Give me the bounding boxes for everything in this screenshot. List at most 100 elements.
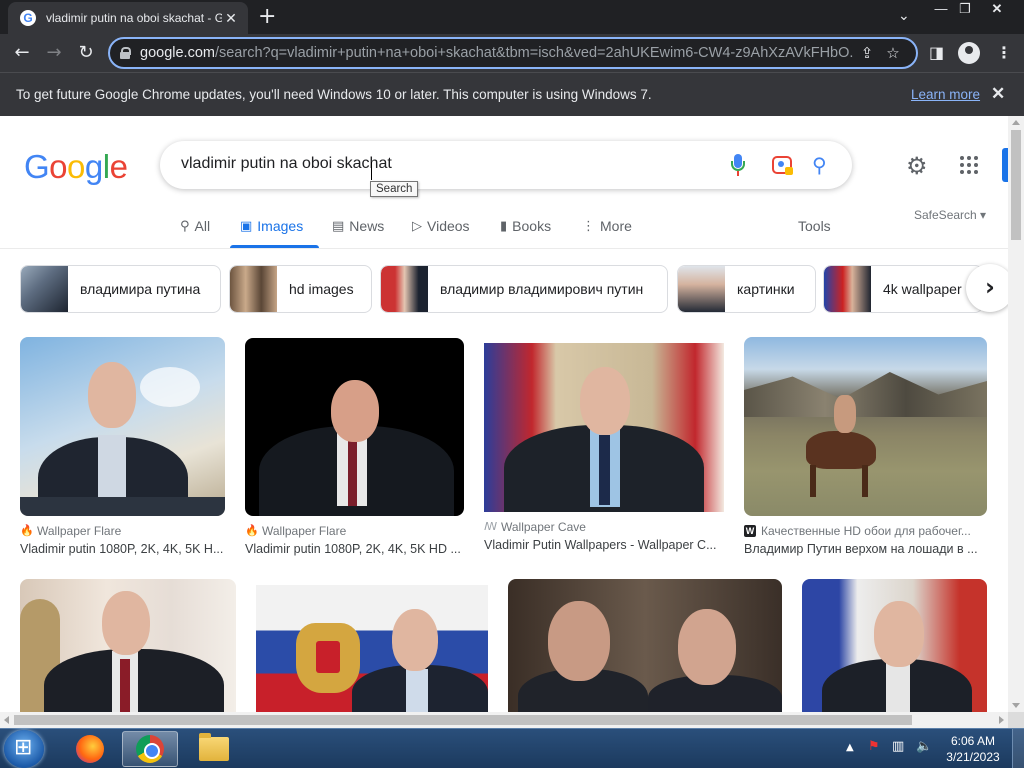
chips-next-arrow-icon[interactable]: › — [966, 264, 1008, 312]
image-result[interactable]: ꟿ Wallpaper Cave Vladimir Putin Wallpaper… — [484, 343, 724, 552]
wallpaper-cave-icon: ꟿ — [484, 521, 498, 533]
tab-title: vladimir putin na oboi skachat - G — [46, 11, 222, 25]
image-result[interactable] — [256, 585, 488, 712]
logo-letter: G — [24, 148, 50, 185]
taskbar-firefox[interactable] — [62, 731, 118, 767]
chip[interactable]: 4k wallpaper — [823, 265, 983, 313]
tab-more[interactable]: ⋮ More — [582, 216, 632, 236]
result-source[interactable]: ꟿ Wallpaper Cave — [484, 520, 724, 534]
image-result[interactable] — [508, 579, 782, 712]
update-infobar: To get future Google Chrome updates, you… — [0, 72, 1024, 116]
result-source[interactable]: W Качественные HD обои для рабочег... — [744, 524, 987, 538]
horizontal-scroll-thumb[interactable] — [14, 715, 912, 725]
search-icon[interactable]: ⚲ — [812, 153, 827, 177]
address-bar[interactable]: google.com/search?q=vladimir+putin+na+ob… — [108, 37, 918, 69]
search-tooltip: Search — [370, 181, 419, 197]
tab-images[interactable]: ▣ Images — [240, 216, 303, 236]
url-text[interactable]: google.com/search?q=vladimir+putin+na+ob… — [140, 45, 854, 61]
google-lens-icon[interactable] — [772, 156, 793, 175]
google-favicon-icon: G — [20, 10, 36, 26]
tab-news[interactable]: ▤ News — [332, 216, 384, 236]
horizontal-scrollbar[interactable] — [0, 712, 1008, 728]
result-image[interactable] — [484, 343, 724, 512]
result-image[interactable] — [508, 579, 782, 712]
start-button[interactable] — [4, 730, 44, 768]
profile-avatar-icon[interactable] — [958, 42, 980, 64]
result-title[interactable]: Владимир Путин верхом на лошади в ... — [744, 542, 987, 556]
chrome-menu-icon[interactable]: ⋮ — [996, 43, 1012, 62]
logo-letter: o — [49, 148, 68, 185]
action-center-flag-icon[interactable]: ⚑ — [868, 739, 880, 754]
image-result[interactable]: 🔥 Wallpaper Flare Vladimir putin 1080P, 2… — [245, 338, 464, 556]
tools-button[interactable]: Tools — [798, 218, 831, 234]
scroll-down-arrow-icon[interactable] — [1012, 703, 1020, 708]
chip[interactable]: владимира путина — [20, 265, 221, 313]
result-title[interactable]: Vladimir putin 1080P, 2K, 4K, 5K H... — [20, 542, 225, 556]
search-type-tabs: ⚲ All ▣ Images ▤ News ▷ Videos ▮ Books ⋮ More … — [0, 202, 1008, 249]
vertical-scroll-thumb[interactable] — [1011, 130, 1021, 240]
side-panel-icon[interactable]: ◨ — [929, 43, 944, 62]
volume-muted-icon[interactable]: 🔈 — [916, 739, 932, 754]
restore-icon[interactable]: ❐ — [950, 0, 980, 20]
chip[interactable]: hd images — [229, 265, 372, 313]
flame-icon: 🔥 — [245, 525, 259, 537]
result-source[interactable]: 🔥 Wallpaper Flare — [20, 524, 225, 538]
result-image[interactable] — [20, 337, 225, 516]
result-image[interactable] — [20, 579, 236, 712]
scroll-up-arrow-icon[interactable] — [1012, 120, 1020, 125]
back-arrow-icon[interactable]: ← — [10, 41, 34, 65]
network-icon[interactable]: ▥ — [892, 739, 904, 754]
result-image[interactable] — [256, 585, 488, 712]
browser-tab[interactable]: G vladimir putin na oboi skachat - G ✕ — [8, 2, 248, 34]
microphone-icon[interactable] — [731, 154, 745, 176]
image-result[interactable] — [802, 579, 987, 712]
tab-close-icon[interactable]: ✕ — [222, 10, 240, 27]
share-icon[interactable]: ⇪ — [854, 44, 880, 62]
result-title[interactable]: Vladimir putin 1080P, 2K, 4K, 5K HD ... — [245, 542, 464, 556]
image-result[interactable]: 🔥 Wallpaper Flare Vladimir putin 1080P, 2… — [20, 337, 225, 556]
flame-icon: 🔥 — [20, 525, 34, 537]
scroll-right-arrow-icon[interactable] — [999, 716, 1004, 724]
result-image[interactable] — [802, 579, 987, 712]
new-tab-button[interactable]: + — [258, 4, 276, 29]
news-icon: ▤ — [332, 218, 345, 234]
chip-thumbnail — [21, 266, 68, 312]
chip[interactable]: владимир владимирович путин — [380, 265, 668, 313]
system-clock[interactable]: 6:06 AM 3/21/2023 — [940, 733, 1006, 765]
tray-expand-icon[interactable]: ▲ — [846, 742, 854, 753]
logo-letter: o — [67, 148, 85, 185]
google-logo[interactable]: Google — [24, 148, 128, 186]
taskbar-explorer[interactable] — [186, 731, 242, 767]
google-apps-icon[interactable] — [960, 156, 978, 174]
chip[interactable]: картинки — [677, 265, 816, 313]
tab-search-chevron-icon[interactable]: ⌄ — [898, 7, 910, 24]
tab-all[interactable]: ⚲ All — [180, 216, 210, 236]
lock-icon[interactable] — [120, 47, 131, 59]
tab-videos[interactable]: ▷ Videos — [412, 216, 470, 236]
reload-icon[interactable]: ↻ — [74, 41, 98, 65]
safesearch-button[interactable]: SafeSearch ▾ — [914, 208, 986, 222]
image-result[interactable]: W Качественные HD обои для рабочег... Вла… — [744, 337, 987, 556]
taskbar-chrome[interactable] — [122, 731, 178, 767]
scroll-left-arrow-icon[interactable] — [4, 716, 9, 724]
image-result[interactable] — [20, 579, 236, 712]
chip-thumbnail — [824, 266, 871, 312]
search-box[interactable]: vladimir putin na oboi skachat ⚲ — [160, 141, 852, 189]
chrome-icon — [136, 735, 164, 763]
vertical-scrollbar[interactable] — [1008, 116, 1024, 712]
learn-more-link[interactable]: Learn more — [911, 87, 980, 102]
settings-gear-icon[interactable]: ⚙ — [906, 152, 928, 180]
result-image[interactable] — [744, 337, 987, 516]
tab-books[interactable]: ▮ Books — [500, 216, 551, 236]
infobar-close-icon[interactable]: ✕ — [991, 84, 1005, 104]
result-source[interactable]: 🔥 Wallpaper Flare — [245, 524, 464, 538]
active-tab-indicator — [230, 245, 319, 248]
search-input[interactable]: vladimir putin na oboi skachat — [181, 155, 392, 173]
bookmark-star-icon[interactable]: ☆ — [880, 44, 906, 62]
forward-arrow-icon[interactable]: → — [42, 41, 66, 65]
result-image[interactable] — [245, 338, 464, 516]
show-desktop-button[interactable] — [1012, 729, 1024, 768]
window-close-icon[interactable]: ✕ — [982, 0, 1012, 20]
chip-thumbnail — [230, 266, 277, 312]
result-title[interactable]: Vladimir Putin Wallpapers - Wallpaper C.… — [484, 538, 724, 552]
